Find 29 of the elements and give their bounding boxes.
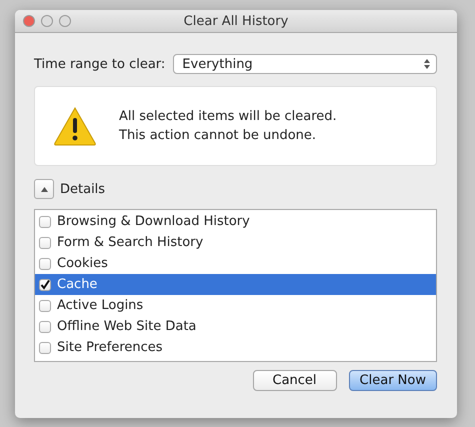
details-toggle-button[interactable] — [34, 179, 54, 199]
checkbox[interactable] — [39, 342, 51, 354]
history-item[interactable]: Offline Web Site Data — [35, 316, 436, 337]
dialog-button[interactable]: Clear Now — [348, 370, 437, 391]
time-range-select[interactable]: Everything — [173, 54, 437, 74]
updown-icon — [424, 59, 430, 69]
window-title: Clear All History — [184, 14, 288, 28]
checkbox[interactable] — [39, 236, 51, 248]
details-label: Details — [60, 182, 106, 196]
history-item[interactable]: Browsing & Download History — [35, 211, 436, 232]
checkbox[interactable] — [39, 320, 51, 332]
close-icon[interactable] — [23, 15, 35, 27]
history-item[interactable]: Form & Search History — [35, 232, 436, 253]
checkbox[interactable] — [39, 216, 51, 228]
checkbox[interactable] — [39, 258, 51, 270]
checkbox[interactable] — [39, 300, 51, 312]
checkbox[interactable] — [39, 278, 51, 290]
triangle-icon — [40, 186, 48, 192]
warning-text: All selected items will be cleared. — [119, 109, 337, 124]
time-range-label: Time range to clear: — [34, 56, 166, 72]
history-item[interactable]: Cache — [35, 274, 436, 295]
minimize-icon[interactable] — [41, 15, 53, 27]
warning-text: This action cannot be undone. — [119, 128, 318, 143]
dialog-button[interactable]: Cancel — [252, 370, 337, 391]
history-item[interactable]: Active Logins — [35, 295, 436, 316]
zoom-icon[interactable] — [59, 15, 71, 27]
history-item[interactable]: Site Preferences — [35, 337, 436, 358]
history-item[interactable]: Cookies — [35, 253, 436, 274]
warning-icon — [53, 106, 97, 146]
